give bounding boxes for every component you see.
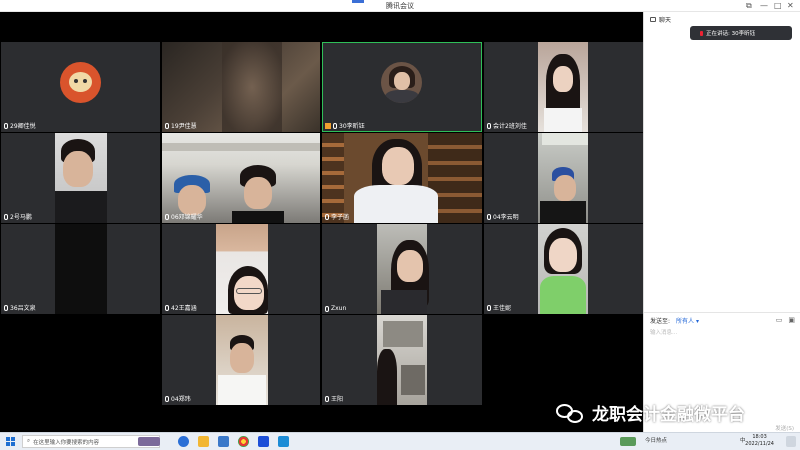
- microphone-icon: [4, 122, 8, 129]
- divider: [644, 312, 800, 313]
- window-titlebar: 腾讯会议 ⧉ — □ ✕: [0, 0, 800, 12]
- video-feed: [538, 42, 588, 132]
- news-widget[interactable]: 今日热点: [645, 436, 667, 444]
- chrome-icon[interactable]: [238, 436, 249, 447]
- send-to-label: 发送至:: [650, 318, 671, 325]
- participant-name: 36吕文泉: [10, 305, 36, 312]
- speaking-indicator: 正在讲话: 30李昕钰: [690, 26, 792, 40]
- participant-tile[interactable]: 会计2班刘佳: [484, 42, 643, 132]
- participant-name: 会计2班刘佳: [493, 123, 527, 130]
- send-to-row: 发送至: 所有人 ▾: [650, 316, 699, 325]
- participant-tile[interactable]: 29卿佳悦: [1, 42, 160, 132]
- wechat-icon: [556, 402, 586, 424]
- microphone-icon: [165, 213, 169, 220]
- pin-window-button[interactable]: ⧉: [746, 1, 752, 10]
- minimize-button[interactable]: —: [760, 1, 768, 10]
- participant-tile[interactable]: 04郑玮: [162, 315, 320, 405]
- microphone-icon: [325, 305, 329, 312]
- avatar: [381, 62, 422, 103]
- participant-tile-speaking[interactable]: 30李昕钰: [322, 42, 482, 132]
- microphone-icon: [333, 122, 337, 129]
- video-feed: [538, 133, 588, 223]
- participant-tile[interactable]: 36吕文泉: [1, 224, 160, 314]
- notification-icon[interactable]: [786, 436, 796, 447]
- participant-name: 29卿佳悦: [10, 123, 36, 130]
- send-button[interactable]: 发送(S): [775, 424, 794, 432]
- chat-input[interactable]: 输入消息...: [650, 328, 677, 336]
- participant-tile[interactable]: 42王嘉涵: [162, 224, 320, 314]
- microphone-icon: [165, 122, 169, 129]
- microphone-icon: [487, 304, 491, 311]
- search-placeholder: 在这里输入你要搜索的内容: [33, 439, 100, 446]
- network-status-icon: [620, 437, 636, 446]
- window-title: 腾讯会议: [386, 2, 414, 10]
- participant-tile[interactable]: 王佳妮: [484, 224, 643, 314]
- video-feed: [55, 133, 107, 223]
- image-icon[interactable]: ▭: [776, 316, 783, 324]
- microphone-icon: [4, 304, 8, 311]
- store-icon[interactable]: [218, 436, 229, 447]
- watermark: 龙职会计金融微平台: [556, 400, 745, 425]
- close-button[interactable]: ✕: [787, 1, 794, 10]
- file-icon[interactable]: ▣: [788, 316, 795, 324]
- file-explorer-icon[interactable]: [198, 436, 209, 447]
- participant-name: 04李云明: [493, 214, 519, 221]
- microphone-icon: [487, 213, 491, 220]
- speaking-text: 正在讲话: 30李昕钰: [706, 31, 756, 37]
- chat-icon: [650, 17, 656, 22]
- clock-time: 18:03: [752, 434, 767, 440]
- participant-tile[interactable]: Zxun: [322, 224, 482, 314]
- microphone-icon: [165, 395, 169, 402]
- participant-name: Zxun: [331, 305, 347, 312]
- taskbar: ⌕ 在这里输入你要搜索的内容 今日热点 中 18:03 2022/11/24: [0, 432, 800, 450]
- clock[interactable]: 18:03 2022/11/24: [745, 434, 774, 448]
- participant-tile[interactable]: 19尹佳慧: [162, 42, 320, 132]
- search-icon: ⌕: [27, 438, 31, 444]
- participant-name: 04郑玮: [171, 396, 191, 403]
- microphone-icon: [700, 30, 703, 36]
- participant-tile[interactable]: 04李云明: [484, 133, 643, 223]
- participant-name: 2号马鹏: [10, 214, 32, 221]
- app-icon[interactable]: [258, 436, 269, 447]
- participant-name: 19尹佳慧: [171, 123, 197, 130]
- chat-header: 聊天: [659, 17, 672, 24]
- video-feed: [55, 224, 107, 314]
- video-feed: [377, 315, 427, 405]
- participant-name: 李子菡: [331, 214, 350, 221]
- edge-icon[interactable]: [178, 436, 189, 447]
- tencent-meeting-icon[interactable]: [278, 436, 289, 447]
- video-grid: 29卿佳悦 19尹佳慧 30李昕钰 会计2班刘佳 2号马鹏 06邓锦耀华 李子菡…: [0, 12, 643, 432]
- avatar-icon: [325, 122, 331, 129]
- participant-name: 王佳妮: [493, 305, 512, 312]
- microphone-icon: [4, 213, 8, 220]
- participant-tile[interactable]: 2号马鹏: [1, 133, 160, 223]
- microphone-icon: [325, 213, 329, 220]
- participant-name: 30李昕钰: [339, 123, 365, 130]
- chat-panel: 聊天 正在讲话: 30李昕钰 发送至: 所有人 ▾ ▭ ▣ 输入消息... 发送(…: [643, 12, 800, 432]
- participant-name: 王阳: [331, 396, 344, 403]
- search-highlight-icon: [138, 437, 160, 446]
- video-feed: [377, 224, 429, 314]
- clock-date: 2022/11/24: [745, 441, 774, 447]
- windows-start-icon[interactable]: [6, 437, 15, 446]
- maximize-button[interactable]: □: [774, 1, 782, 10]
- microphone-icon: [325, 395, 329, 402]
- participant-tile[interactable]: 06邓锦耀华: [162, 133, 320, 223]
- microphone-icon: [165, 304, 169, 311]
- video-feed: [216, 315, 268, 405]
- watermark-text: 龙职会计金融微平台: [592, 405, 745, 425]
- participant-tile[interactable]: 李子菡: [322, 133, 482, 223]
- participant-name: 42王嘉涵: [171, 305, 197, 312]
- microphone-icon: [487, 122, 491, 129]
- avatar: [60, 62, 101, 103]
- participant-tile[interactable]: 王阳: [322, 315, 482, 405]
- video-feed: [216, 224, 268, 314]
- video-feed: [538, 224, 588, 314]
- participant-name: 06邓锦耀华: [171, 214, 203, 221]
- recipient-dropdown[interactable]: 所有人 ▾: [676, 318, 699, 325]
